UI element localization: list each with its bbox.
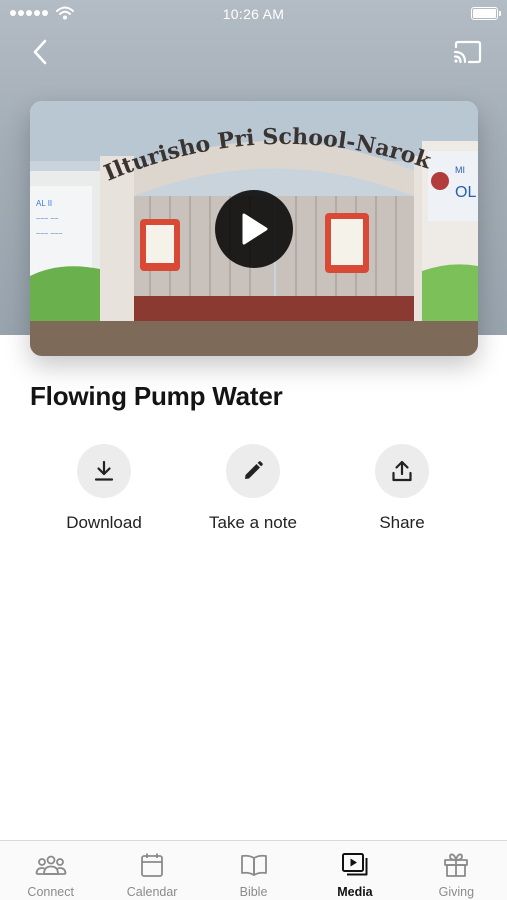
download-circle[interactable] [77, 444, 131, 498]
tab-bible[interactable]: Bible [203, 841, 304, 900]
tab-giving[interactable]: Giving [406, 841, 507, 900]
tab-bar: Connect Calendar Bible Media Giving [0, 840, 507, 900]
share-button[interactable]: Share [327, 444, 477, 533]
battery-icon [471, 7, 501, 20]
tab-media[interactable]: Media [304, 841, 405, 900]
back-button[interactable] [22, 36, 58, 68]
tab-giving-label: Giving [438, 885, 475, 899]
take-note-circle[interactable] [226, 444, 280, 498]
cast-icon [453, 40, 482, 64]
share-label: Share [379, 513, 425, 532]
video-player[interactable]: AL II ~~~ ~~ ~~~ ~~~ MI OL Ilturisho Pri… [30, 101, 478, 356]
svg-text:MI: MI [455, 165, 465, 175]
media-title: Flowing Pump Water [30, 381, 283, 411]
download-button[interactable]: Download [29, 444, 179, 533]
people-icon [35, 855, 67, 875]
pencil-icon [245, 461, 263, 479]
play-icon [242, 213, 268, 245]
media-actions: Download Take a note Share [0, 444, 507, 544]
take-note-button[interactable]: Take a note [178, 444, 328, 533]
tab-media-label: Media [337, 885, 373, 899]
svg-text:~~~ ~~~: ~~~ ~~~ [36, 231, 62, 238]
tab-connect-label: Connect [27, 885, 74, 899]
calendar-icon [141, 853, 164, 877]
share-circle[interactable] [375, 444, 429, 498]
status-bar: 10:26 AM [0, 0, 507, 28]
take-note-label: Take a note [209, 513, 297, 532]
svg-text:~~~ ~~: ~~~ ~~ [36, 216, 58, 223]
media-icon [341, 853, 368, 876]
svg-text:AL II: AL II [36, 199, 52, 208]
svg-text:OL: OL [455, 184, 476, 201]
play-button[interactable] [215, 190, 293, 268]
tab-calendar[interactable]: Calendar [101, 841, 202, 900]
chevron-left-icon [33, 39, 47, 65]
status-time: 10:26 AM [222, 6, 285, 22]
download-label: Download [66, 513, 142, 532]
book-icon [240, 854, 267, 876]
download-icon [94, 460, 114, 481]
gift-icon [444, 853, 469, 877]
cast-button[interactable] [449, 36, 485, 68]
share-icon [392, 460, 412, 482]
tab-calendar-label: Calendar [126, 885, 178, 899]
tab-bible-label: Bible [239, 885, 268, 899]
tab-connect[interactable]: Connect [0, 841, 101, 900]
